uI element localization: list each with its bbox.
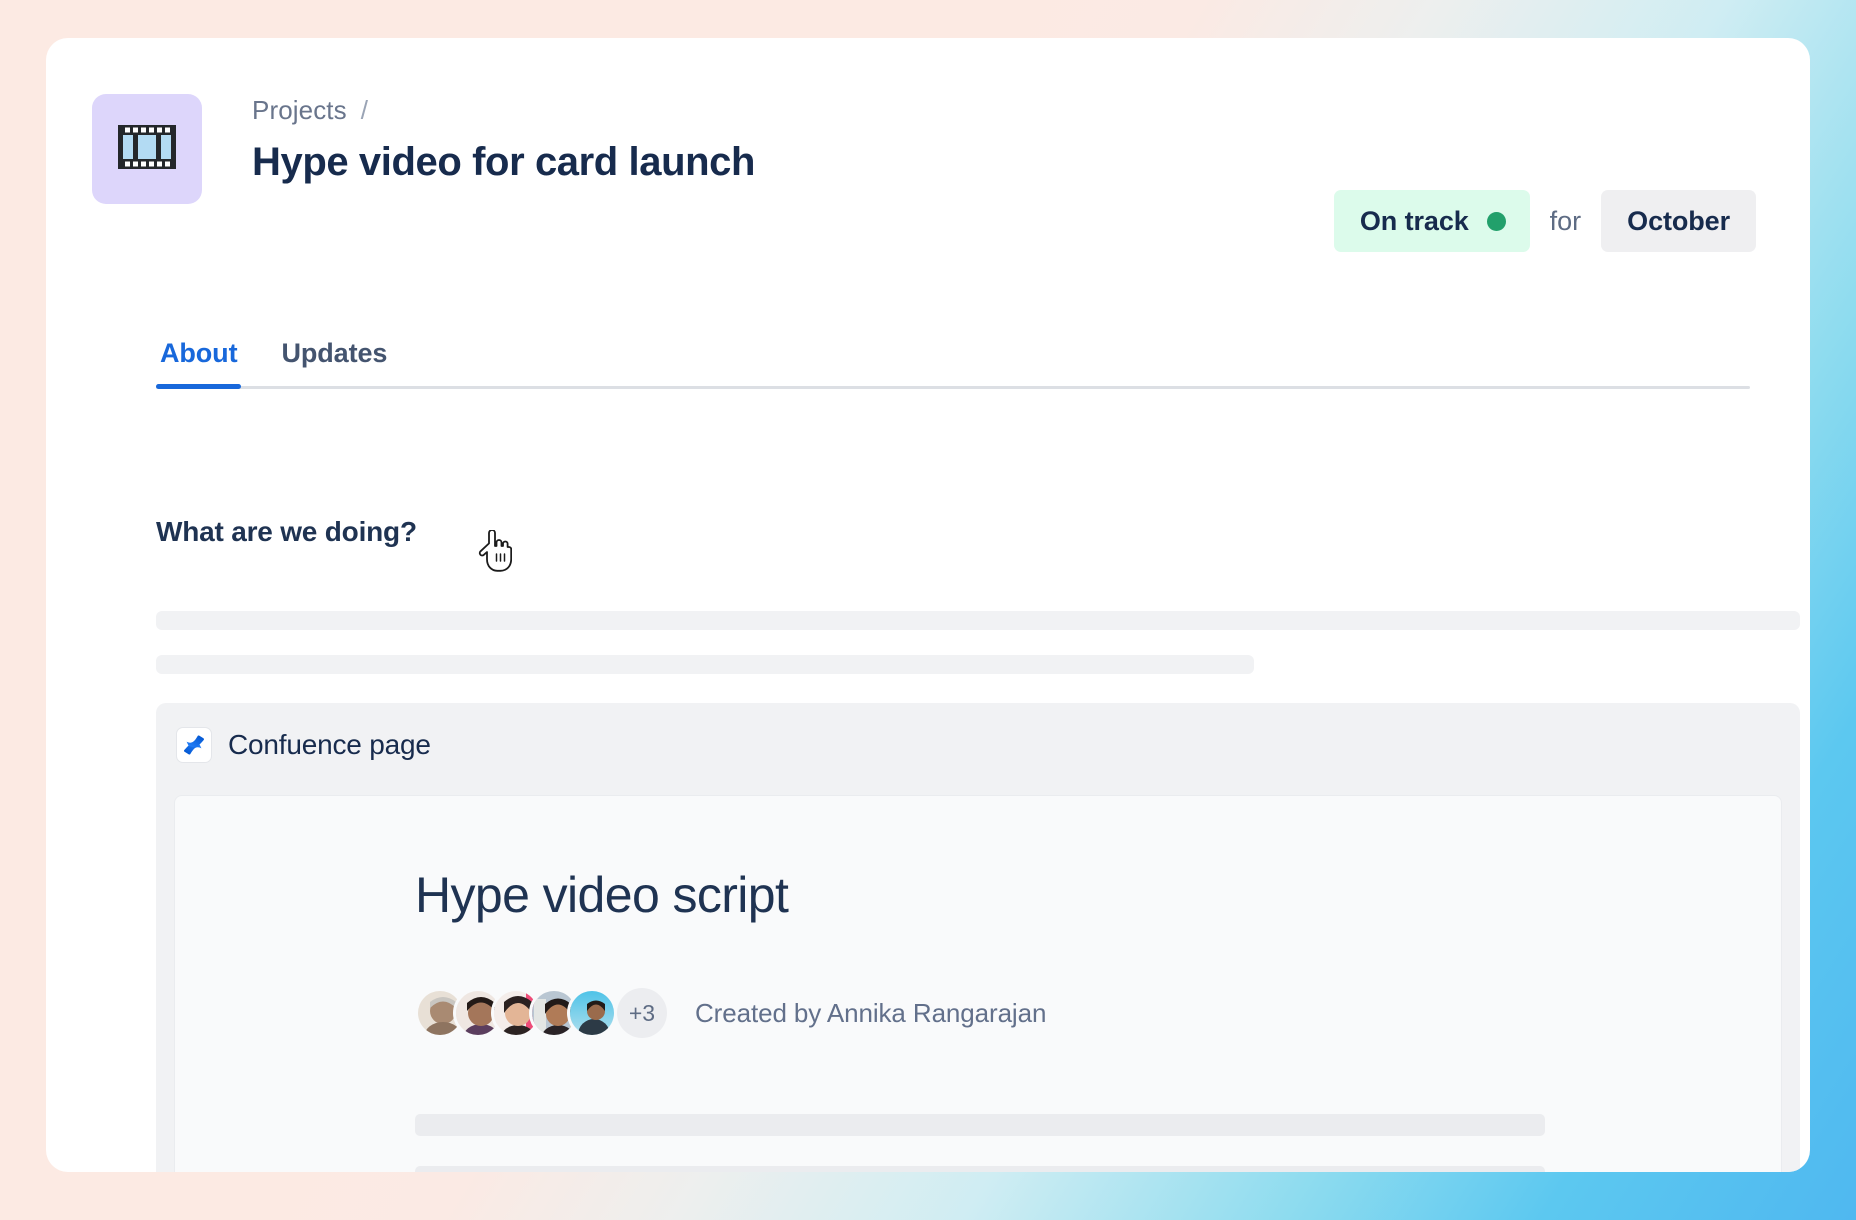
- breadcrumb-projects-link[interactable]: Projects: [252, 93, 347, 127]
- embed-header: Confuence page: [156, 703, 1800, 785]
- document-placeholder-line-2: [415, 1166, 1545, 1172]
- status-period-label: October: [1627, 205, 1730, 236]
- tab-bar: About Updates: [156, 338, 1750, 389]
- body-placeholder-line-2: [156, 655, 1254, 674]
- tab-about-label: About: [160, 338, 238, 368]
- embed-source-label: Confuence page: [228, 729, 431, 760]
- document-placeholder-line-1: [415, 1114, 1545, 1136]
- status-cluster: On track for October: [1333, 190, 1756, 252]
- page-title: Hype video for card launch: [252, 140, 756, 184]
- breadcrumb-separator: /: [360, 95, 369, 125]
- confluence-embed-card[interactable]: Confuence page Hype video script +3 Crea…: [156, 703, 1800, 1172]
- tab-updates-label: Updates: [281, 338, 388, 368]
- status-period-badge[interactable]: October: [1601, 190, 1756, 252]
- avatar[interactable]: [567, 988, 617, 1038]
- status-badge-label: On track: [1359, 205, 1469, 236]
- title-block: Projects / Hype video for card launch: [252, 93, 755, 187]
- breadcrumb: Projects /: [252, 93, 755, 127]
- status-dot-icon: [1486, 211, 1506, 231]
- film-strip-icon: [116, 123, 178, 176]
- status-badge[interactable]: On track: [1333, 190, 1530, 252]
- tab-underline-rule: [156, 386, 1750, 389]
- document-title: Hype video script: [415, 867, 789, 923]
- contributor-overflow-count[interactable]: +3: [617, 988, 667, 1038]
- section-heading-what-are-we-doing: What are we doing?: [156, 516, 417, 547]
- embed-document-preview: Hype video script +3 Created by Annika R…: [174, 795, 1782, 1172]
- confluence-icon: [176, 727, 212, 763]
- app-window: Projects / Hype video for card launch On…: [46, 38, 1810, 1172]
- tab-updates[interactable]: Updates: [277, 338, 391, 387]
- status-connector-label: for: [1549, 205, 1582, 236]
- tab-strip: About Updates: [156, 338, 1750, 389]
- document-created-by-label: Created by Annika Rangarajan: [695, 997, 1047, 1028]
- tab-about[interactable]: About: [156, 338, 242, 389]
- project-avatar[interactable]: [92, 94, 202, 204]
- body-placeholder-line-1: [156, 611, 1800, 630]
- document-byline: +3 Created by Annika Rangarajan: [415, 988, 1046, 1038]
- contributor-avatar-group: [415, 988, 617, 1038]
- window-content: Projects / Hype video for card launch On…: [46, 38, 1810, 1172]
- pointing-hand-cursor-icon: [478, 529, 513, 572]
